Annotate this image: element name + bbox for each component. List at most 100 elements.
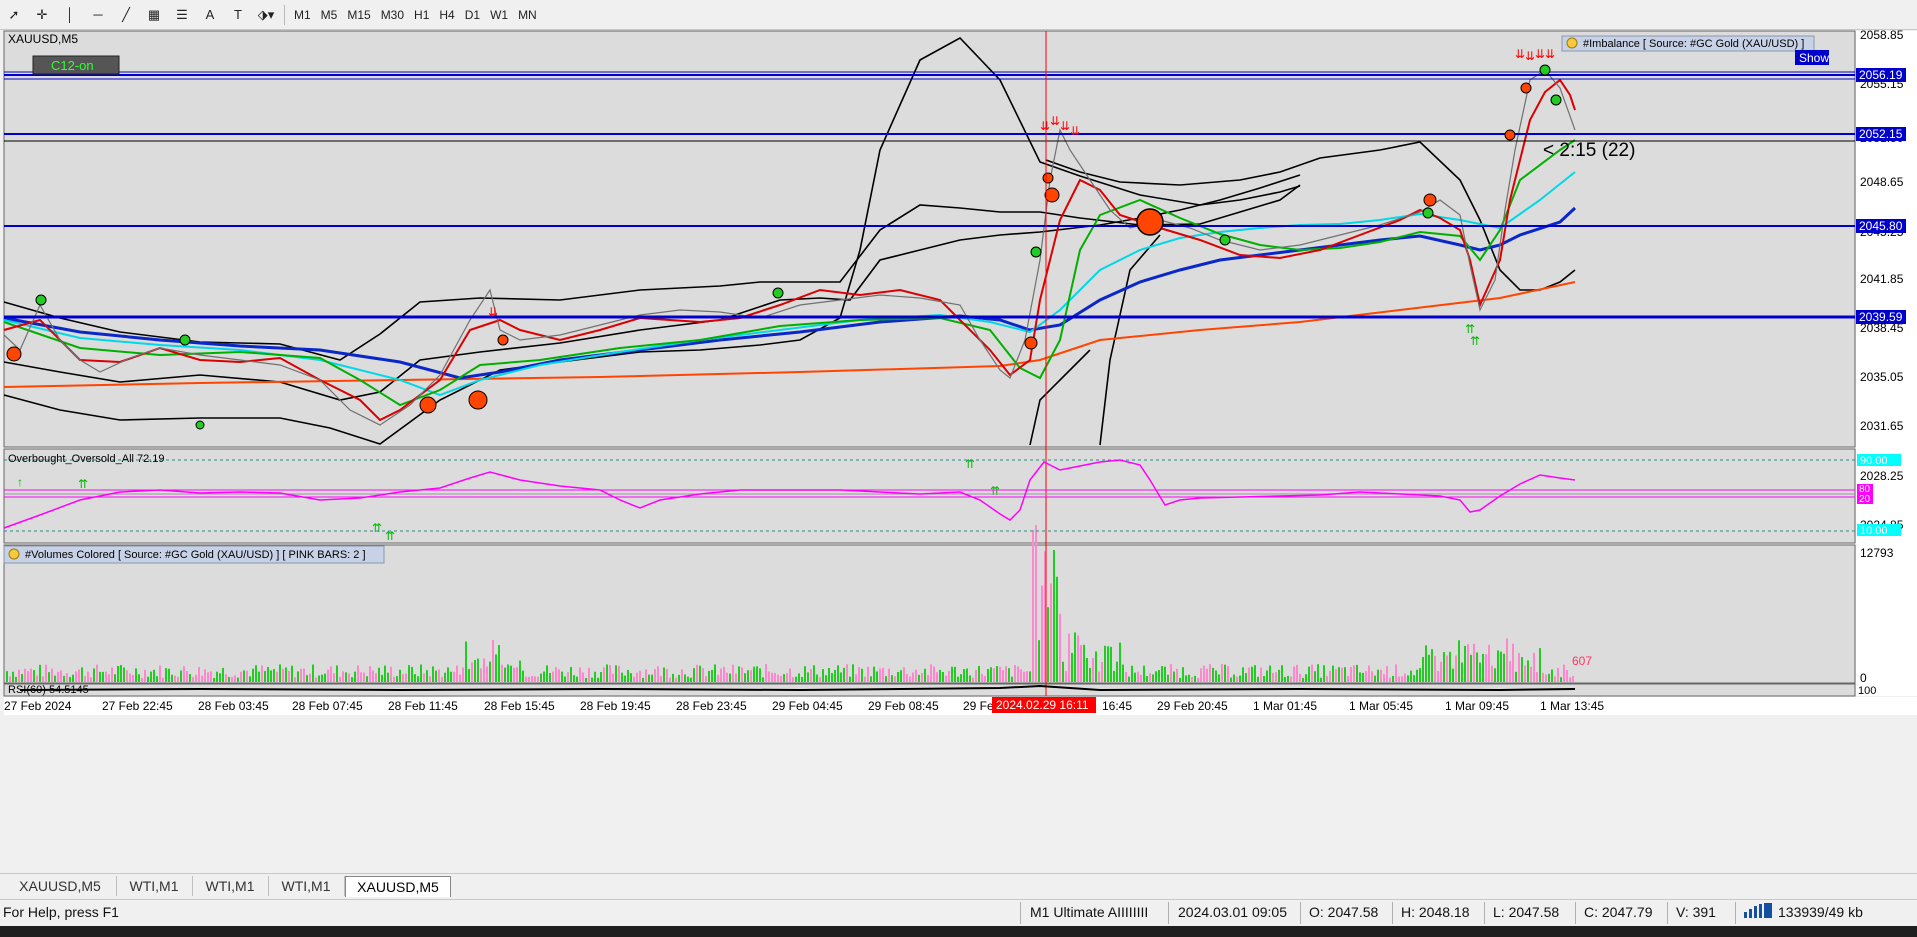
- volume-bar: [1164, 666, 1166, 682]
- svg-text:⇈: ⇈: [1470, 334, 1480, 348]
- time-scale[interactable]: [4, 697, 1917, 715]
- status-divider: [1667, 902, 1668, 924]
- volume-bar: [237, 677, 239, 682]
- volume-bar: [1248, 667, 1250, 682]
- volume-bar: [1458, 640, 1460, 682]
- volume-bar: [786, 673, 788, 682]
- volume-bar: [489, 661, 491, 682]
- vertical-line-tool[interactable]: │: [56, 3, 84, 27]
- show-button-label: Show: [1799, 51, 1829, 65]
- volume-bar: [81, 667, 83, 682]
- timeframe-h1[interactable]: H1: [409, 3, 434, 27]
- volume-bar: [1329, 670, 1331, 682]
- svg-text:⇊: ⇊: [1545, 47, 1555, 61]
- volume-bar: [843, 667, 845, 682]
- volume-bar: [204, 669, 206, 682]
- timeframe-d1[interactable]: D1: [460, 3, 485, 27]
- volume-bar: [1242, 667, 1244, 682]
- volume-zero-label: 0: [1860, 671, 1867, 685]
- fibo-channel-tool[interactable]: ☰: [168, 3, 196, 27]
- volume-bar: [951, 666, 953, 682]
- volume-bar: [783, 674, 785, 682]
- cursor-tool[interactable]: ➚: [0, 3, 28, 27]
- volume-bar: [363, 672, 365, 682]
- timeframe-h4[interactable]: H4: [434, 3, 459, 27]
- volume-bar: [837, 665, 839, 682]
- volume-bar: [714, 664, 716, 682]
- tab-wti-2[interactable]: WTI,M1: [192, 876, 269, 896]
- timeframe-m30[interactable]: M30: [376, 3, 409, 27]
- volume-bar: [690, 677, 692, 682]
- volume-bar: [1209, 664, 1211, 682]
- timeframe-mn[interactable]: MN: [513, 3, 542, 27]
- volume-bar: [1119, 642, 1121, 682]
- volume-bar: [420, 664, 422, 682]
- volume-bar: [258, 671, 260, 682]
- volume-bar: [312, 664, 314, 682]
- oscillator-panel[interactable]: [3, 448, 1856, 544]
- volume-bar: [285, 667, 287, 682]
- volume-bar: [738, 666, 740, 682]
- main-chart-panel[interactable]: [3, 30, 1856, 448]
- volume-bar: [1491, 665, 1493, 682]
- timeframe-w1[interactable]: W1: [485, 3, 513, 27]
- volume-bar: [990, 667, 992, 682]
- svg-text:⇊: ⇊: [1040, 119, 1050, 133]
- volume-bar: [564, 676, 566, 682]
- volume-bar: [582, 672, 584, 682]
- time-tick-label: 28 Feb 15:45: [484, 699, 555, 713]
- volume-bar: [1113, 670, 1115, 682]
- crosshair-tool[interactable]: ✛: [28, 3, 56, 27]
- trendline-tool[interactable]: ╱: [112, 3, 140, 27]
- volume-bar: [333, 673, 335, 682]
- volume-bar: [1311, 664, 1313, 682]
- status-divider: [1020, 902, 1021, 924]
- volume-bar: [807, 672, 809, 682]
- tab-xauusd-1[interactable]: XAUUSD,M5: [4, 876, 117, 896]
- volume-bar: [213, 677, 215, 682]
- volume-bar: [1566, 670, 1568, 682]
- volume-bar: [45, 664, 47, 682]
- text-label-tool[interactable]: T: [224, 3, 252, 27]
- volume-bar: [1473, 643, 1475, 682]
- volume-bar: [21, 674, 23, 682]
- volume-bar: [813, 665, 815, 682]
- volume-bar: [12, 671, 14, 682]
- volume-bar: [1518, 653, 1520, 682]
- timeframe-m15[interactable]: M15: [342, 3, 375, 27]
- volume-bar: [366, 676, 368, 682]
- volume-bar: [147, 676, 149, 682]
- shapes-tool[interactable]: ⬗▾: [252, 3, 280, 27]
- chart-canvas[interactable]: 2058.852055.152051.502048.652045.252041.…: [0, 28, 1917, 891]
- tab-wti-3[interactable]: WTI,M1: [268, 876, 345, 896]
- volume-bar: [1200, 668, 1202, 682]
- volume-bar: [495, 654, 497, 682]
- volume-bar: [357, 665, 359, 682]
- level-price-label: 2056.19: [1859, 68, 1903, 82]
- volume-bar: [405, 673, 407, 682]
- text-tool[interactable]: A: [196, 3, 224, 27]
- fibonacci-tool[interactable]: ▦: [140, 3, 168, 27]
- tab-xauusd-active[interactable]: XAUUSD,M5: [345, 876, 451, 897]
- volume-bar: [687, 676, 689, 682]
- timeframe-m1[interactable]: M1: [289, 3, 316, 27]
- volume-bar: [513, 667, 515, 682]
- time-tick-label: 29 Feb 20:45: [1157, 699, 1228, 713]
- toolbar: ➚ ✛ │ ─ ╱ ▦ ☰ A T ⬗▾ M1 M5 M15 M30 H1 H4 D1 W1 MN: [0, 0, 1917, 30]
- horizontal-line-tool[interactable]: ─: [84, 3, 112, 27]
- volume-bar: [1524, 665, 1526, 682]
- volume-bar: [1224, 664, 1226, 682]
- volume-bar: [678, 674, 680, 682]
- tab-wti-1[interactable]: WTI,M1: [116, 876, 193, 896]
- volume-bar: [42, 676, 44, 682]
- volume-bar: [1215, 670, 1217, 682]
- volume-bar: [1425, 645, 1427, 682]
- volume-bar: [1134, 672, 1136, 682]
- time-tick-label: 1 Mar 01:45: [1253, 699, 1317, 713]
- volume-bar: [369, 666, 371, 682]
- chart-window[interactable]: 2058.852055.152051.502048.652045.252041.…: [0, 28, 1917, 891]
- volume-bar: [117, 665, 119, 682]
- volume-bar: [354, 671, 356, 682]
- timeframe-m5[interactable]: M5: [316, 3, 343, 27]
- volume-bar: [1236, 676, 1238, 682]
